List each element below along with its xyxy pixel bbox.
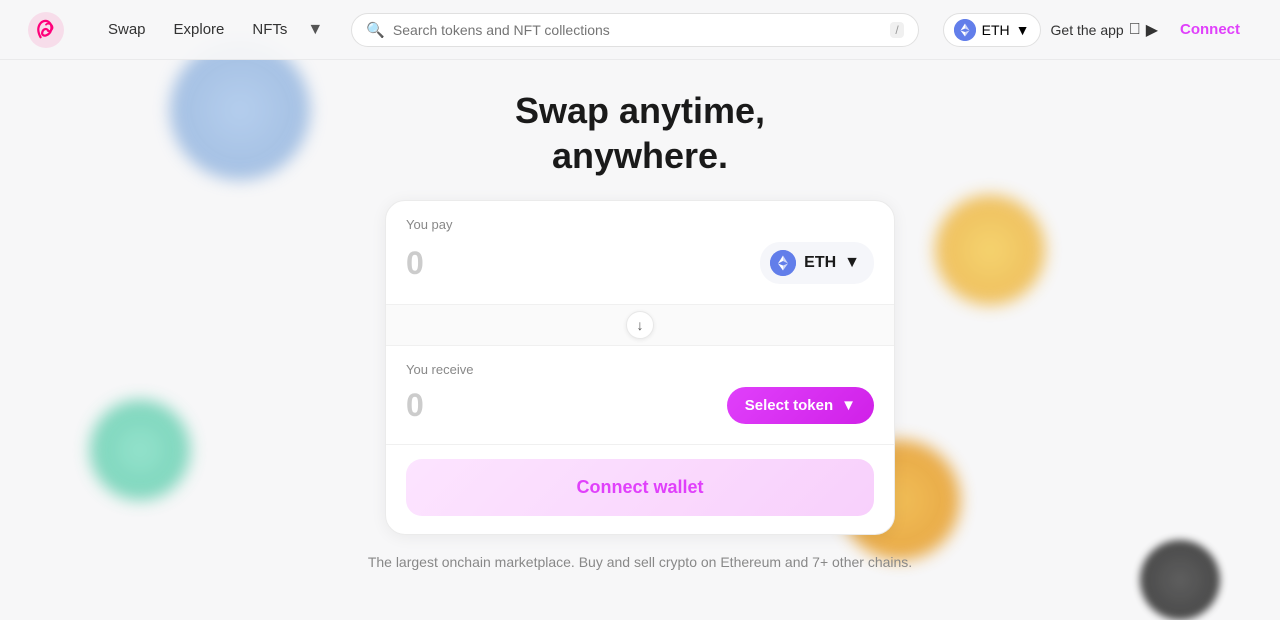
navbar: Swap Explore NFTs ▼ 🔍 / ETH ▼ Get the a bbox=[0, 0, 1280, 60]
logo[interactable] bbox=[28, 12, 64, 48]
hero-title: Swap anytime, anywhere. bbox=[515, 88, 765, 178]
network-chevron: ▼ bbox=[1016, 22, 1030, 38]
network-selector[interactable]: ETH ▼ bbox=[943, 13, 1041, 47]
receive-section: You receive 0 Select token ▼ bbox=[386, 346, 894, 444]
select-token-chevron: ▼ bbox=[841, 397, 856, 414]
select-token-label: Select token bbox=[745, 397, 833, 414]
main-nav: Swap Explore NFTs ▼ bbox=[96, 15, 327, 45]
swap-direction-button[interactable]: ↓ bbox=[626, 311, 654, 339]
pay-section: You pay 0 ETH ▼ bbox=[386, 201, 894, 304]
pay-amount[interactable]: 0 bbox=[406, 245, 424, 282]
search-input[interactable] bbox=[393, 22, 882, 38]
nav-item-explore[interactable]: Explore bbox=[162, 15, 237, 44]
nav-more-chevron[interactable]: ▼ bbox=[303, 15, 327, 45]
get-app-label: Get the app bbox=[1051, 22, 1124, 38]
nav-item-nfts[interactable]: NFTs bbox=[240, 15, 299, 44]
nav-item-swap[interactable]: Swap bbox=[96, 15, 158, 44]
connect-wallet-section: Connect wallet bbox=[386, 444, 894, 534]
pay-label: You pay bbox=[406, 217, 874, 232]
select-token-button[interactable]: Select token ▼ bbox=[727, 387, 874, 424]
search-icon: 🔍 bbox=[366, 21, 385, 39]
network-label: ETH bbox=[982, 22, 1010, 38]
pay-token-label: ETH bbox=[804, 254, 836, 272]
pay-token-chevron: ▼ bbox=[844, 254, 860, 272]
receive-amount[interactable]: 0 bbox=[406, 387, 424, 424]
google-play-icon: ▶ bbox=[1146, 20, 1158, 40]
navbar-right: ETH ▼ Get the app  ▶ Connect bbox=[943, 13, 1252, 47]
pay-token-selector[interactable]: ETH ▼ bbox=[760, 242, 874, 284]
swap-card: You pay 0 ETH ▼ bbox=[385, 200, 895, 535]
connect-wallet-button[interactable]: Connect wallet bbox=[406, 459, 874, 516]
search-bar[interactable]: 🔍 / bbox=[351, 13, 918, 47]
connect-button[interactable]: Connect bbox=[1168, 15, 1252, 44]
swap-divider: ↓ bbox=[386, 304, 894, 346]
apple-icon:  bbox=[1129, 21, 1141, 39]
main-content: Swap anytime, anywhere. You pay 0 bbox=[0, 60, 1280, 573]
search-shortcut: / bbox=[890, 22, 903, 38]
get-app-button[interactable]: Get the app  ▶ bbox=[1051, 20, 1158, 40]
receive-label: You receive bbox=[406, 362, 874, 377]
footer-description: The largest onchain marketplace. Buy and… bbox=[368, 551, 912, 573]
